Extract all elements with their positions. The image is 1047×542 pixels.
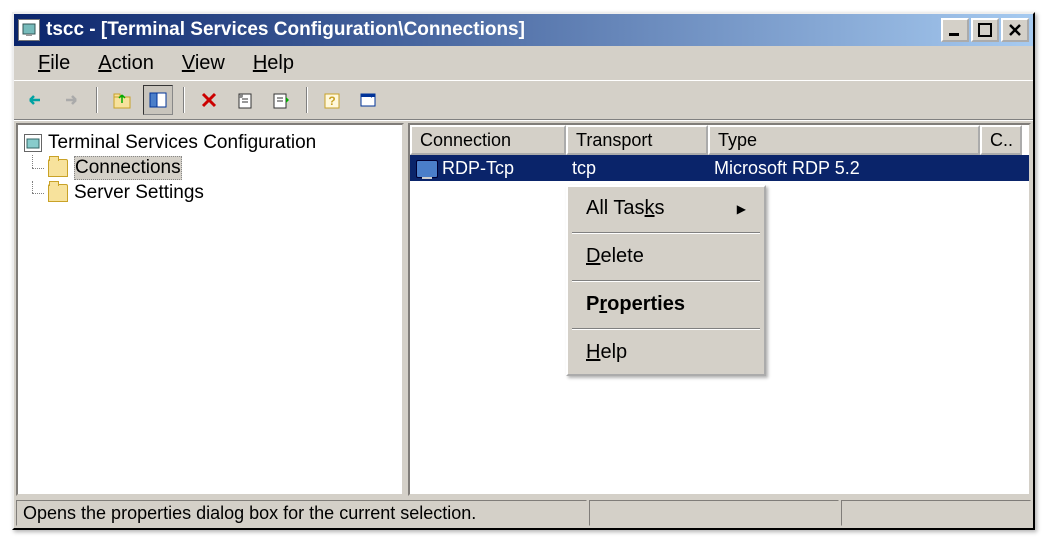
maximize-button[interactable] xyxy=(971,18,999,42)
content-area: Terminal Services Configuration Connecti… xyxy=(14,120,1033,498)
config-icon xyxy=(24,134,42,152)
properties-button[interactable] xyxy=(230,85,260,115)
tree-panel: Terminal Services Configuration Connecti… xyxy=(16,123,404,496)
cell-type: Microsoft RDP 5.2 xyxy=(708,158,980,179)
ctx-delete[interactable]: Delete xyxy=(568,235,764,278)
menu-view[interactable]: View xyxy=(168,48,239,79)
list-body: RDP-Tcp tcp Microsoft RDP 5.2 All Tasks▶… xyxy=(410,155,1029,494)
forward-button[interactable] xyxy=(56,85,86,115)
cell-transport: tcp xyxy=(566,158,708,179)
menu-separator xyxy=(572,328,760,329)
tree-connections-label: Connections xyxy=(74,156,182,180)
menu-separator xyxy=(572,232,760,233)
toolbar: ? xyxy=(14,80,1033,120)
status-pane-2 xyxy=(589,500,839,526)
toggle-console-button[interactable] xyxy=(143,85,173,115)
column-header-transport[interactable]: Transport xyxy=(566,125,708,155)
close-button[interactable] xyxy=(1001,18,1029,42)
status-text: Opens the properties dialog box for the … xyxy=(16,500,587,526)
delete-button[interactable] xyxy=(194,85,224,115)
status-pane-3 xyxy=(841,500,1031,526)
folder-icon xyxy=(48,184,68,202)
context-menu: All Tasks▶ Delete Properties Help xyxy=(566,185,766,376)
ctx-help[interactable]: Help xyxy=(568,331,764,374)
help-button[interactable]: ? xyxy=(317,85,347,115)
minimize-button[interactable] xyxy=(941,18,969,42)
statusbar: Opens the properties dialog box for the … xyxy=(14,498,1033,528)
column-header-type[interactable]: Type xyxy=(708,125,980,155)
computer-icon xyxy=(416,160,438,178)
app-window: tscc - [Terminal Services Configuration\… xyxy=(12,12,1035,530)
column-header-connection[interactable]: Connection xyxy=(410,125,566,155)
cell-connection: RDP-Tcp xyxy=(410,158,566,179)
tree-root-label: Terminal Services Configuration xyxy=(48,132,316,154)
tree-node-server-settings[interactable]: Server Settings xyxy=(22,181,398,205)
list-header: Connection Transport Type C.. xyxy=(410,125,1029,155)
column-header-comment[interactable]: C.. xyxy=(980,125,1022,155)
menu-separator xyxy=(572,280,760,281)
menubar: File Action View Help xyxy=(14,46,1033,80)
back-button[interactable] xyxy=(20,85,50,115)
list-panel: Connection Transport Type C.. RDP-Tcp tc… xyxy=(408,123,1031,496)
submenu-arrow-icon: ▶ xyxy=(737,202,746,216)
menu-file[interactable]: File xyxy=(24,48,84,79)
tree-node-connections[interactable]: Connections xyxy=(22,155,398,181)
titlebar: tscc - [Terminal Services Configuration\… xyxy=(14,14,1033,46)
ctx-properties[interactable]: Properties xyxy=(568,283,764,326)
toolbar-separator xyxy=(306,87,307,113)
new-connection-button[interactable] xyxy=(353,85,383,115)
tree-root-node[interactable]: Terminal Services Configuration xyxy=(22,131,398,155)
toolbar-separator xyxy=(96,87,97,113)
window-title: tscc - [Terminal Services Configuration\… xyxy=(46,19,939,41)
export-list-button[interactable] xyxy=(266,85,296,115)
ctx-all-tasks[interactable]: All Tasks▶ xyxy=(568,187,764,230)
tree-server-settings-label: Server Settings xyxy=(74,182,204,204)
app-icon[interactable] xyxy=(18,19,40,41)
list-row-rdp-tcp[interactable]: RDP-Tcp tcp Microsoft RDP 5.2 xyxy=(410,155,1029,181)
menu-action[interactable]: Action xyxy=(84,48,168,79)
folder-icon xyxy=(48,159,68,177)
svg-text:?: ? xyxy=(328,94,335,108)
up-folder-button[interactable] xyxy=(107,85,137,115)
toolbar-separator xyxy=(183,87,184,113)
menu-help[interactable]: Help xyxy=(239,48,308,79)
